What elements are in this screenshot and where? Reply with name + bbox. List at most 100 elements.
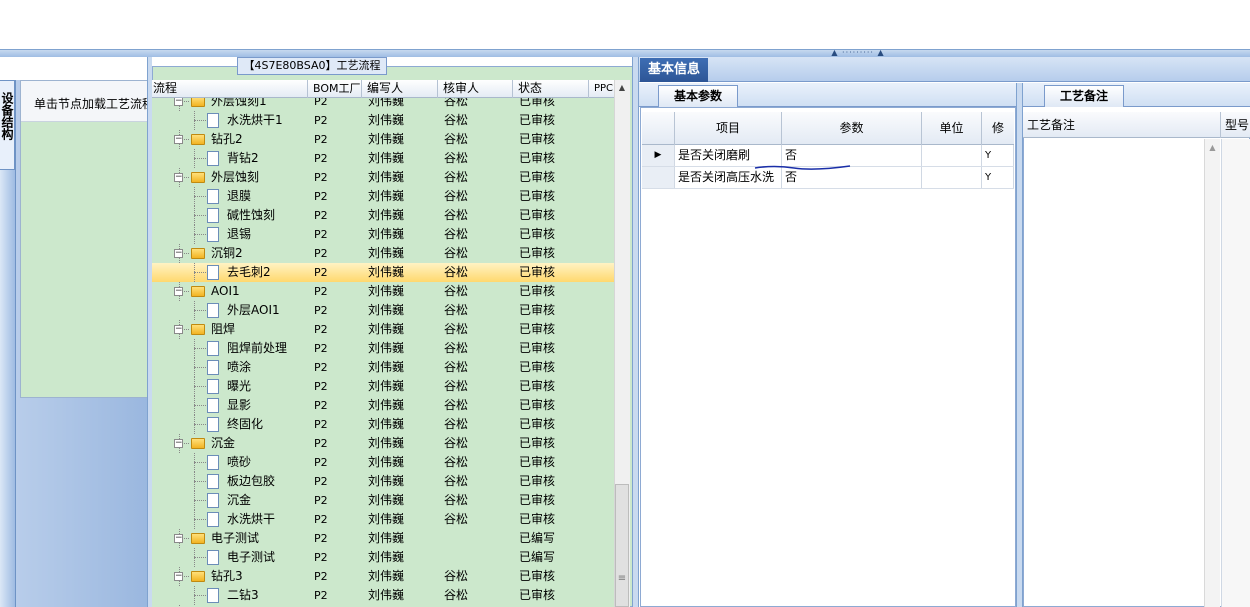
tree-leaf-row[interactable]: 外层AOI1 P2 刘伟巍 谷松 已审核 (152, 301, 614, 320)
tree-group-row[interactable]: − 钻孔2 P2 刘伟巍 谷松 已审核 (152, 130, 614, 149)
splitter-grip-icon[interactable]: ▲ ········· ▲ (826, 49, 890, 57)
tree-leaf-row[interactable]: 碱性蚀刻 P2 刘伟巍 谷松 已审核 (152, 206, 614, 225)
col-header-status[interactable]: 状态 (513, 80, 589, 98)
tree-node-label[interactable]: 外层蚀刻 (211, 168, 259, 187)
params-header-param[interactable]: 参数 (782, 112, 922, 145)
collapse-toggle-icon[interactable]: − (174, 572, 183, 581)
tree-node-label[interactable]: 水洗烘干1 (227, 111, 283, 130)
tree-group-row[interactable]: − 阻焊 P2 刘伟巍 谷松 已审核 (152, 320, 614, 339)
notes-header-note[interactable]: 工艺备注 (1023, 112, 1221, 138)
params-cell-modify[interactable]: Y (982, 145, 1014, 166)
tree-leaf-row[interactable]: 退锡 P2 刘伟巍 谷松 已审核 (152, 225, 614, 244)
tree-node-label[interactable]: 电子测试 (211, 529, 259, 548)
tree-node-label[interactable]: 沉金 (227, 491, 251, 510)
tree-leaf-row[interactable]: 终固化 P2 刘伟巍 谷松 已审核 (152, 415, 614, 434)
tree-leaf-row[interactable]: 显影 P2 刘伟巍 谷松 已审核 (152, 396, 614, 415)
cell-bom: P2 (314, 380, 328, 393)
tab-basic-info[interactable]: 基本信息 (640, 58, 708, 82)
tree-node-label[interactable]: 碱性蚀刻 (227, 206, 275, 225)
tree-group-row[interactable]: − AOI1 P2 刘伟巍 谷松 已审核 (152, 282, 614, 301)
row-indicator-icon: ▶ (642, 145, 675, 166)
tree-node-label[interactable]: 阻焊 (211, 320, 235, 339)
cell-status: 已编写 (519, 550, 556, 564)
tree-node-label[interactable]: 板边包胶 (227, 472, 275, 491)
cell-bom: P2 (314, 475, 328, 488)
tree-node-label[interactable]: 水洗烘干 (227, 510, 275, 529)
tree-group-row[interactable]: − 电子测试 P2 刘伟巍 已编写 (152, 529, 614, 548)
tree-leaf-row[interactable]: 电子测试 P2 刘伟巍 已编写 (152, 548, 614, 567)
tree-node-label[interactable]: 外层AOI1 (227, 301, 280, 320)
tree-node-label[interactable]: 曝光 (227, 377, 251, 396)
collapse-toggle-icon[interactable]: − (174, 98, 183, 106)
params-cell-modify[interactable]: Y (982, 167, 1014, 188)
tree-leaf-row[interactable]: 沉金 P2 刘伟巍 谷松 已审核 (152, 491, 614, 510)
notes-header-model[interactable]: 型号 (1221, 112, 1250, 138)
collapse-toggle-icon[interactable]: − (174, 135, 183, 144)
tree-node-label[interactable]: AOI1 (211, 282, 240, 301)
params-cell-unit[interactable] (922, 167, 982, 188)
tree-node-label[interactable]: 沉铜2 (211, 244, 243, 263)
tree-leaf-row[interactable]: 背钻2 P2 刘伟巍 谷松 已审核 (152, 149, 614, 168)
tree-group-row[interactable]: − 沉铜2 P2 刘伟巍 谷松 已审核 (152, 244, 614, 263)
tree-node-label[interactable]: 背钻2 (227, 149, 259, 168)
col-header-bom[interactable]: BOM工厂 (308, 80, 362, 98)
tree-leaf-row[interactable]: 阻焊前处理 P2 刘伟巍 谷松 已审核 (152, 339, 614, 358)
col-header-ppc[interactable]: PPC (589, 80, 614, 98)
collapse-toggle-icon[interactable]: − (174, 249, 183, 258)
tree-node-label[interactable]: 电子测试 (227, 548, 275, 567)
scroll-thumb[interactable]: ≡ (615, 484, 629, 607)
col-header-auditor[interactable]: 核审人 (438, 80, 513, 98)
tree-leaf-row[interactable]: 水洗烘干 P2 刘伟巍 谷松 已审核 (152, 510, 614, 529)
notes-scrollbar[interactable]: ▲ (1204, 139, 1220, 607)
params-cell-param[interactable]: 否 (782, 145, 922, 166)
tree-node-label[interactable]: 喷砂 (227, 453, 251, 472)
scroll-up-arrow-icon[interactable]: ▲ (614, 80, 630, 96)
tree-leaf-row[interactable]: 曝光 P2 刘伟巍 谷松 已审核 (152, 377, 614, 396)
tree-leaf-row[interactable]: 喷砂 P2 刘伟巍 谷松 已审核 (152, 453, 614, 472)
collapse-toggle-icon[interactable]: − (174, 173, 183, 182)
params-header-modify[interactable]: 修 (982, 112, 1014, 145)
tree-group-row[interactable]: − 外层蚀刻1 P2 刘伟巍 谷松 已审核 (152, 98, 614, 111)
col-header-writer[interactable]: 编写人 (362, 80, 438, 98)
top-splitter[interactable] (0, 49, 1250, 57)
tree-node-label[interactable]: 喷涂 (227, 358, 251, 377)
tree-leaf-row[interactable]: 板边包胶 P2 刘伟巍 谷松 已审核 (152, 472, 614, 491)
tree-leaf-row[interactable]: 二钻3 P2 刘伟巍 谷松 已审核 (152, 586, 614, 605)
collapse-toggle-icon[interactable]: − (174, 534, 183, 543)
load-process-button[interactable]: 单击节点加载工艺流程 (21, 81, 148, 122)
params-cell-item[interactable]: 是否关闭磨刷 (675, 145, 782, 166)
params-header-unit[interactable]: 单位 (922, 112, 982, 145)
tree-leaf-row[interactable]: 水洗烘干1 P2 刘伟巍 谷松 已审核 (152, 111, 614, 130)
tree-node-label[interactable]: 退锡 (227, 225, 251, 244)
tree-node-label[interactable]: 外层蚀刻1 (211, 98, 267, 111)
cell-auditor: 谷松 (444, 398, 469, 412)
cell-auditor: 谷松 (444, 98, 469, 108)
collapse-toggle-icon[interactable]: − (174, 287, 183, 296)
tree-leaf-row[interactable]: 退膜 P2 刘伟巍 谷松 已审核 (152, 187, 614, 206)
tab-basic-params[interactable]: 基本参数 (658, 85, 738, 107)
tab-process-notes[interactable]: 工艺备注 (1044, 85, 1124, 107)
tree-node-label[interactable]: 沉金 (211, 434, 235, 453)
tree-leaf-row[interactable]: 喷涂 P2 刘伟巍 谷松 已审核 (152, 358, 614, 377)
middle-splitter[interactable] (632, 57, 639, 607)
tree-node-label[interactable]: 去毛刺2 (227, 263, 271, 282)
tree-leaf-row[interactable]: 去毛刺2 P2 刘伟巍 谷松 已审核 (152, 263, 614, 282)
tree-group-row[interactable]: − 沉金 P2 刘伟巍 谷松 已审核 (152, 434, 614, 453)
tree-node-label[interactable]: 终固化 (227, 415, 263, 434)
tree-node-label[interactable]: 二钻3 (227, 586, 259, 605)
collapse-toggle-icon[interactable]: − (174, 439, 183, 448)
collapse-toggle-icon[interactable]: − (174, 325, 183, 334)
cell-status: 已审核 (519, 398, 556, 412)
right-splitter[interactable] (1016, 83, 1023, 607)
tree-node-label[interactable]: 显影 (227, 396, 251, 415)
cell-writer: 刘伟巍 (368, 455, 405, 469)
tree-node-label[interactable]: 钻孔2 (211, 130, 243, 149)
tree-group-row[interactable]: − 钻孔3 P2 刘伟巍 谷松 已审核 (152, 567, 614, 586)
tree-node-label[interactable]: 钻孔3 (211, 567, 243, 586)
tree-group-row[interactable]: − 外层蚀刻 P2 刘伟巍 谷松 已审核 (152, 168, 614, 187)
params-header-item[interactable]: 项目 (675, 112, 782, 145)
col-header-process[interactable]: 流程 (152, 80, 308, 98)
params-cell-unit[interactable] (922, 145, 982, 166)
tree-node-label[interactable]: 阻焊前处理 (227, 339, 287, 358)
tree-node-label[interactable]: 退膜 (227, 187, 251, 206)
